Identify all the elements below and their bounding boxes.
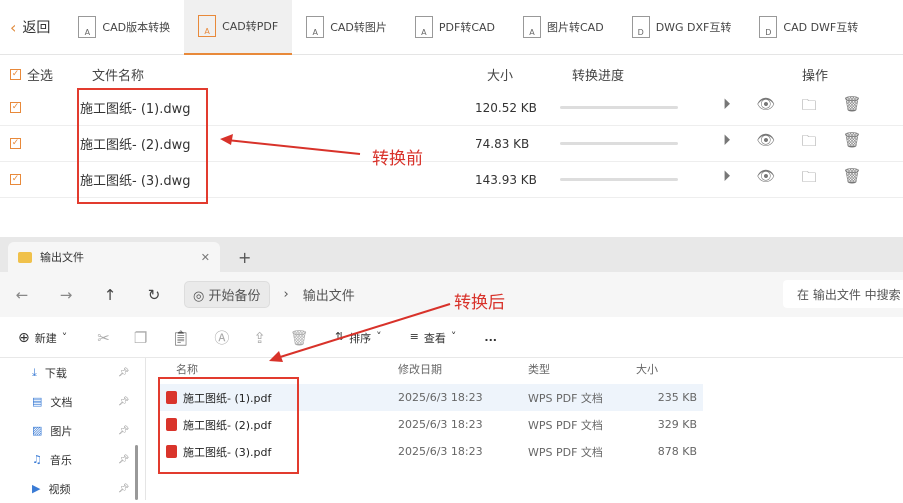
tool-image-to-cad[interactable]: A 图片转CAD: [509, 0, 618, 55]
converter-toolbar: ‹ 返回 A CAD版本转换 A CAD转PDF A CAD转图片 A PDF转CAD A…: [0, 0, 903, 55]
eye-icon[interactable]: 👁︎: [757, 95, 776, 120]
highlight-box: [158, 377, 299, 474]
trash-icon[interactable]: 🗑︎: [843, 95, 862, 120]
file-size: 120.52 KB: [475, 100, 537, 115]
pin-icon[interactable]: 📌︎: [118, 455, 129, 465]
file-icon: A: [523, 16, 541, 38]
row-checkbox[interactable]: ✓: [10, 102, 21, 113]
folder-icon[interactable]: 🗀: [802, 95, 817, 120]
forward-arrow-icon[interactable]: →: [44, 286, 88, 304]
progress-bar: [560, 106, 678, 109]
tool-pdf-to-cad[interactable]: A PDF转CAD: [401, 0, 509, 55]
sidebar-item[interactable]: ♫ 音乐 📌︎: [0, 445, 145, 474]
trash-icon[interactable]: 🗑︎: [843, 167, 862, 192]
arrow-icon: [220, 134, 361, 155]
file-size: 143.93 KB: [475, 172, 537, 187]
annotation-before: 转换前: [372, 149, 423, 169]
table-header: ✓ 全选 文件名称 大小 转换进度 操作: [10, 68, 829, 84]
folder-icon[interactable]: 🗀: [802, 131, 817, 156]
document-icon: ▤: [32, 395, 43, 408]
music-icon: ♫: [32, 453, 42, 466]
play-icon[interactable]: ⏵: [723, 131, 731, 156]
sidebar: ⤓ 下载 📌︎ ▤ 文档 📌︎ ▨ 图片 📌︎ ♫ 音乐 📌︎ ▶ 视频 📌︎: [0, 358, 146, 500]
eye-icon[interactable]: 👁︎: [757, 131, 776, 156]
tab-output[interactable]: 输出文件 ✕: [8, 242, 220, 272]
rename-icon[interactable]: Ⓐ: [202, 327, 241, 348]
file-icon: A: [78, 16, 97, 38]
arrow-icon: [269, 303, 451, 362]
file-icon: D: [631, 16, 650, 38]
pin-icon[interactable]: 📌︎: [118, 368, 129, 378]
row-checkbox[interactable]: ✓: [10, 174, 21, 185]
progress-bar: [560, 142, 678, 145]
pin-icon[interactable]: 📌︎: [118, 426, 129, 436]
chevron-left-icon: ‹: [10, 17, 17, 37]
sidebar-item[interactable]: ⤓ 下载 📌︎: [0, 358, 145, 387]
copy-icon[interactable]: ❐: [122, 329, 159, 347]
back-arrow-icon[interactable]: ←: [0, 286, 44, 304]
tool-cad-to-image[interactable]: A CAD转图片: [292, 0, 401, 55]
scrollbar[interactable]: [135, 445, 138, 500]
download-icon: ⤓: [32, 365, 37, 379]
play-icon[interactable]: ⏵: [723, 167, 731, 192]
annotation-after: 转换后: [454, 293, 505, 313]
pin-icon[interactable]: 📌︎: [118, 397, 129, 407]
folder-icon[interactable]: 🗀: [802, 167, 817, 192]
close-icon[interactable]: ✕: [201, 251, 210, 264]
search-input[interactable]: 在 输出文件 中搜索: [783, 280, 903, 308]
more-button[interactable]: ...: [470, 331, 511, 344]
file-icon: A: [198, 15, 217, 37]
up-arrow-icon[interactable]: ↑: [88, 286, 132, 304]
eye-icon[interactable]: 👁︎: [757, 167, 776, 192]
picture-icon: ▨: [32, 424, 43, 437]
highlight-box: [77, 88, 208, 204]
file-icon: A: [306, 16, 325, 38]
new-tab-button[interactable]: +: [238, 248, 251, 267]
trash-icon[interactable]: 🗑︎: [843, 131, 862, 156]
back-button[interactable]: ‹ 返回: [0, 17, 64, 37]
tool-cad-version[interactable]: A CAD版本转换: [64, 0, 184, 55]
sidebar-item[interactable]: ▤ 文档 📌︎: [0, 387, 145, 416]
tool-cad-dwf[interactable]: D CAD DWF互转: [745, 0, 872, 55]
play-icon[interactable]: ⏵: [723, 95, 731, 120]
progress-bar: [560, 178, 678, 181]
select-all-checkbox[interactable]: ✓: [10, 68, 21, 80]
cut-icon[interactable]: ✂: [85, 329, 122, 347]
sidebar-item[interactable]: ▶ 视频 📌︎: [0, 474, 145, 503]
file-icon: A: [414, 16, 433, 38]
video-icon: ▶: [32, 482, 41, 495]
breadcrumb-start-backup[interactable]: ◎ 开始备份: [184, 281, 270, 308]
plus-circle-icon: ⊕: [18, 329, 30, 346]
file-icon: D: [759, 16, 778, 38]
folder-icon: [18, 251, 32, 263]
tool-dwg-dxf[interactable]: D DWG DXF互转: [618, 0, 746, 55]
sidebar-item[interactable]: ▨ 图片 📌︎: [0, 416, 145, 445]
tool-cad-to-pdf[interactable]: A CAD转PDF: [184, 0, 293, 55]
refresh-icon[interactable]: ↻: [132, 286, 176, 304]
pin-icon[interactable]: 📌︎: [118, 484, 129, 494]
new-button[interactable]: ⊕ 新建 ˅: [0, 330, 85, 346]
file-size: 74.83 KB: [475, 136, 530, 151]
row-checkbox[interactable]: ✓: [10, 138, 21, 149]
paste-icon[interactable]: 📋︎: [159, 329, 202, 347]
